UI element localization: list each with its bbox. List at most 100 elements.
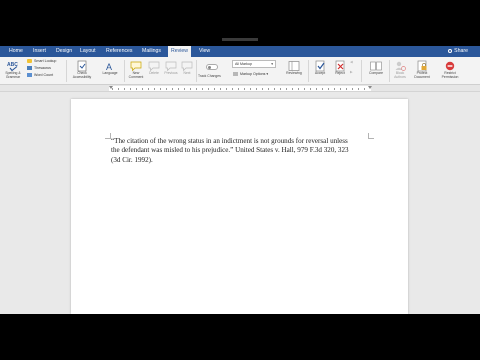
share-label: Share bbox=[454, 48, 468, 54]
smart-lookup-button[interactable]: Smart Lookup bbox=[27, 59, 56, 63]
document-line: the defendant was misled to his prejudic… bbox=[111, 146, 349, 155]
delete-comment-button[interactable]: Delete bbox=[146, 59, 162, 75]
ruler-tick bbox=[274, 88, 275, 90]
protect-document-button[interactable]: Protect Document bbox=[410, 59, 434, 79]
previous-comment-button[interactable]: Previous bbox=[162, 59, 180, 75]
next-comment-icon bbox=[180, 59, 194, 72]
share-button[interactable]: Share bbox=[448, 46, 468, 57]
ruler-tick bbox=[316, 88, 317, 90]
review-ribbon: ABC Spelling & Grammar Smart Lookup Thes… bbox=[0, 57, 480, 85]
title-bar bbox=[0, 0, 480, 46]
ruler-tick bbox=[322, 88, 323, 90]
ruler-tick bbox=[244, 88, 245, 90]
check-accessibility-label: Check Accessibility bbox=[72, 71, 92, 79]
tab-design[interactable]: Design bbox=[53, 46, 75, 57]
accept-button[interactable]: Accept bbox=[310, 59, 330, 75]
document-page[interactable]: “The citation of the wrong status in an … bbox=[71, 99, 408, 314]
reviewing-pane-button[interactable]: Reviewing bbox=[282, 59, 306, 75]
protect-document-icon bbox=[415, 59, 429, 72]
previous-change-icon[interactable]: ◀ bbox=[350, 60, 353, 64]
tab-home[interactable]: Home bbox=[6, 46, 26, 57]
ruler-tick bbox=[184, 88, 185, 90]
ruler-tick bbox=[352, 88, 353, 90]
tab-layout[interactable]: Layout bbox=[77, 46, 99, 57]
ruler-tick bbox=[268, 88, 269, 90]
spelling-grammar-label: Spelling & Grammar bbox=[5, 71, 21, 79]
block-authors-icon bbox=[393, 59, 407, 71]
new-comment-label: New Comment bbox=[128, 71, 144, 79]
horizontal-ruler[interactable] bbox=[0, 85, 480, 92]
ruler-tick bbox=[238, 88, 239, 90]
next-change-icon[interactable]: ▶ bbox=[350, 70, 353, 74]
restrict-permission-label: Restrict Permission bbox=[441, 71, 459, 79]
compare-button[interactable]: Compare bbox=[364, 59, 388, 75]
smart-lookup-label: Smart Lookup bbox=[34, 59, 57, 63]
track-changes-toggle[interactable] bbox=[206, 64, 218, 70]
next-comment-button[interactable]: Next bbox=[180, 59, 194, 75]
spelling-grammar-button[interactable]: ABC Spelling & Grammar bbox=[3, 59, 23, 79]
accessibility-icon bbox=[75, 59, 89, 72]
ruler-tick bbox=[256, 88, 257, 90]
spelling-icon: ABC bbox=[6, 59, 20, 72]
thesaurus-icon bbox=[27, 66, 32, 70]
ribbon-separator bbox=[308, 60, 309, 82]
person-icon bbox=[448, 48, 453, 53]
delete-comment-icon bbox=[147, 59, 161, 72]
ruler-tick bbox=[124, 88, 125, 90]
right-indent-marker[interactable] bbox=[368, 86, 372, 89]
tab-insert[interactable]: Insert bbox=[30, 46, 49, 57]
ruler-tick bbox=[346, 88, 347, 90]
thesaurus-button[interactable]: Thesaurus bbox=[27, 66, 51, 70]
ruler-tick bbox=[166, 88, 167, 90]
word-count-button[interactable]: Word Count bbox=[27, 73, 53, 77]
new-comment-button[interactable]: New Comment bbox=[126, 59, 146, 79]
ruler-tick bbox=[250, 88, 251, 90]
reviewing-pane-icon bbox=[287, 59, 301, 71]
ruler-tick bbox=[148, 88, 149, 90]
ruler-tick bbox=[292, 88, 293, 90]
ruler-tick bbox=[280, 88, 281, 90]
ruler-tick bbox=[304, 88, 305, 90]
chevron-down-icon: ▾ bbox=[271, 62, 273, 66]
document-line: (3d Cir. 1992). bbox=[111, 155, 153, 164]
previous-comment-icon bbox=[164, 59, 178, 72]
accept-icon bbox=[313, 59, 327, 72]
tab-references[interactable]: References bbox=[103, 46, 136, 57]
ruler-tick bbox=[196, 88, 197, 90]
ribbon-tab-bar: Home Insert Design Layout References Mai… bbox=[0, 46, 480, 57]
restrict-permission-icon bbox=[443, 59, 457, 71]
ribbon-separator bbox=[66, 60, 67, 82]
block-authors-label: Block Authors bbox=[394, 71, 406, 79]
markup-select[interactable]: All Markup ▾ bbox=[232, 60, 276, 68]
protect-document-label: Protect Document bbox=[414, 71, 430, 79]
block-authors-button[interactable]: Block Authors bbox=[391, 59, 409, 79]
ruler-tick bbox=[178, 88, 179, 90]
ruler-tick bbox=[364, 88, 365, 90]
tab-mailings[interactable]: Mailings bbox=[139, 46, 164, 57]
ruler-tick bbox=[358, 88, 359, 90]
document-body[interactable]: “The citation of the wrong status in an … bbox=[111, 137, 371, 165]
ruler-tick bbox=[136, 88, 137, 90]
markup-select-value: All Markup bbox=[235, 62, 252, 66]
ruler-tick bbox=[214, 88, 215, 90]
tab-review[interactable]: Review bbox=[168, 46, 192, 57]
ruler-tick bbox=[112, 88, 113, 90]
ruler-tick bbox=[340, 88, 341, 90]
ribbon-separator bbox=[389, 60, 390, 82]
document-line: “The citation of the wrong status in an … bbox=[111, 137, 348, 145]
reject-button[interactable]: Reject bbox=[330, 59, 350, 75]
language-button[interactable]: A Language bbox=[99, 59, 121, 75]
restrict-permission-button[interactable]: Restrict Permission bbox=[436, 59, 464, 79]
tab-view[interactable]: View bbox=[196, 46, 213, 57]
markup-options-button[interactable]: Markup Options ▾ bbox=[233, 72, 268, 76]
ruler-tick bbox=[190, 88, 191, 90]
ruler-tick bbox=[208, 88, 209, 90]
ruler-tick bbox=[310, 88, 311, 90]
ruler-tick bbox=[262, 88, 263, 90]
ruler-tick bbox=[226, 88, 227, 90]
chevron-down-icon: ▾ bbox=[265, 72, 269, 76]
markup-options-label: Markup Options bbox=[240, 72, 266, 76]
ruler-tick bbox=[298, 88, 299, 90]
check-accessibility-button[interactable]: Check Accessibility bbox=[70, 59, 94, 79]
ruler-tick bbox=[154, 88, 155, 90]
